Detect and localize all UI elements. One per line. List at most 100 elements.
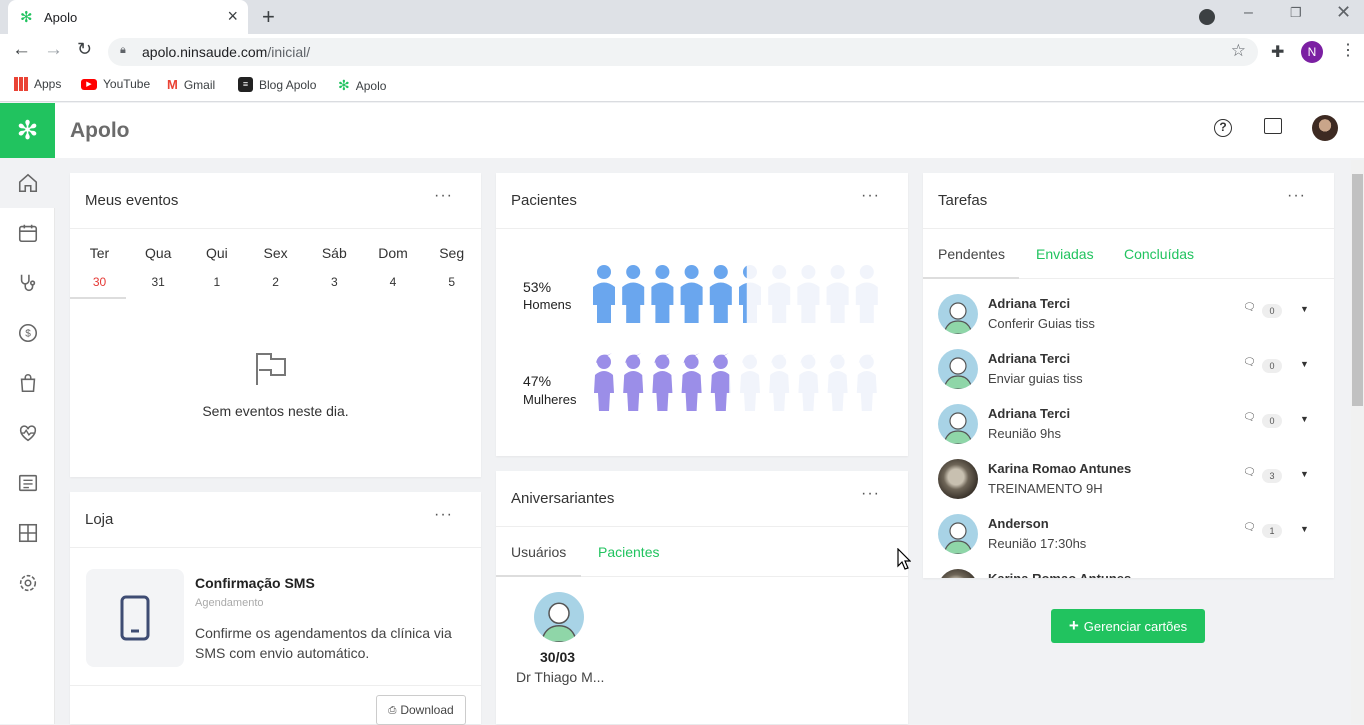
day-name[interactable]: Seg xyxy=(422,245,481,261)
bookmark-star-icon[interactable]: ☆ xyxy=(1231,41,1246,61)
nav-dashboard[interactable] xyxy=(0,508,55,558)
shopping-bag-icon xyxy=(20,374,35,393)
task-description: Enviar guias tiss xyxy=(988,371,1083,386)
nav-stethoscope[interactable] xyxy=(0,258,55,308)
expand-arrow-icon[interactable]: ▼ xyxy=(1300,524,1309,534)
card-title: Pacientes xyxy=(511,192,577,209)
extensions-icon[interactable]: ✚ xyxy=(1271,42,1284,62)
bookmark-youtube[interactable]: ▶ YouTube xyxy=(81,77,150,91)
address-bar-row: ← → ↻ 🔒︎ apolo.ninsaude.com/inicial/ ☆ ✚… xyxy=(0,34,1364,70)
browser-tab[interactable]: ✻ Apolo × xyxy=(8,0,248,34)
reload-icon[interactable]: ↻ xyxy=(77,39,92,60)
back-icon[interactable]: ← xyxy=(12,39,31,61)
task-description: Reunião 17:30hs xyxy=(988,536,1087,551)
chat-icon[interactable] xyxy=(1264,118,1282,134)
expand-arrow-icon[interactable]: ▼ xyxy=(1300,414,1309,424)
browser-menu-icon[interactable]: ⋮ xyxy=(1340,40,1356,60)
bookmark-gmail[interactable]: M Gmail xyxy=(167,77,215,92)
product-category: Agendamento xyxy=(195,597,264,609)
day-number[interactable]: 31 xyxy=(129,275,188,289)
manage-cards-button[interactable]: + Gerenciar cartões xyxy=(1051,609,1205,643)
day-number[interactable]: 4 xyxy=(364,275,423,289)
day-number[interactable]: 5 xyxy=(422,275,481,289)
more-options-icon[interactable]: ··· xyxy=(434,187,453,205)
task-item[interactable]: Karina Romao Antunes xyxy=(938,569,1318,578)
day-number[interactable]: 30 xyxy=(70,275,129,289)
bookmark-apps[interactable]: Apps xyxy=(14,77,61,91)
more-options-icon[interactable]: ··· xyxy=(861,485,880,503)
card-title: Loja xyxy=(85,511,114,528)
selected-day-indicator xyxy=(70,297,126,299)
bookmarks-bar: Apps ▶ YouTube M Gmail ≡ Blog Apolo ✻ Ap… xyxy=(0,70,1364,102)
more-options-icon[interactable]: ··· xyxy=(434,506,453,524)
tab-usuarios[interactable]: Usuários xyxy=(511,544,566,560)
male-figure-icon xyxy=(797,265,820,323)
heart-pulse-icon xyxy=(19,425,36,442)
day-name[interactable]: Qua xyxy=(129,245,188,261)
card-title: Aniversariantes xyxy=(511,490,615,507)
day-name[interactable]: Dom xyxy=(364,245,423,261)
profile-avatar[interactable]: N xyxy=(1301,41,1323,63)
task-item[interactable]: Adriana Terci Reunião 9hs 🗨︎ 0 ▼ xyxy=(938,404,1318,459)
day-name[interactable]: Ter xyxy=(70,245,129,261)
card-header: Loja ··· xyxy=(70,492,481,548)
nav-calendar[interactable] xyxy=(0,208,55,258)
female-figure-icon xyxy=(681,353,702,411)
nav-reports[interactable] xyxy=(0,458,55,508)
tab-enviadas[interactable]: Enviadas xyxy=(1036,246,1094,262)
gmail-icon: M xyxy=(167,77,178,92)
close-tab-icon[interactable]: × xyxy=(227,6,238,27)
bookmark-apolo[interactable]: ✻ Apolo xyxy=(338,77,386,94)
home-icon xyxy=(18,173,37,193)
url-field[interactable]: 🔒︎ apolo.ninsaude.com/inicial/ ☆ xyxy=(108,38,1258,66)
female-figure-icon xyxy=(710,353,730,411)
bookmark-blog-apolo[interactable]: ≡ Blog Apolo xyxy=(238,77,316,92)
day-name[interactable]: Sex xyxy=(246,245,305,261)
close-window-icon[interactable]: ✕ xyxy=(1336,2,1351,23)
tab-pacientes[interactable]: Pacientes xyxy=(598,544,659,560)
tab-search-icon[interactable] xyxy=(1199,9,1215,25)
comment-icon: 🗨︎ xyxy=(1243,357,1256,368)
download-button[interactable]: ⎙ Download xyxy=(376,695,466,725)
more-options-icon[interactable]: ··· xyxy=(861,187,880,205)
expand-arrow-icon[interactable]: ▼ xyxy=(1300,359,1309,369)
restore-icon[interactable]: ❐ xyxy=(1290,5,1302,21)
svg-text:$: $ xyxy=(25,329,31,340)
page-scrollbar[interactable] xyxy=(1351,160,1364,724)
help-icon[interactable]: ? xyxy=(1214,119,1232,137)
forward-icon[interactable]: → xyxy=(44,39,63,61)
female-figure-icon xyxy=(623,353,644,411)
tab-pendentes[interactable]: Pendentes xyxy=(938,246,1005,262)
task-item[interactable]: Adriana Terci Conferir Guias tiss 🗨︎ 0 ▼ xyxy=(938,294,1318,349)
nav-home[interactable] xyxy=(0,158,55,208)
minimize-icon[interactable]: – xyxy=(1244,4,1253,22)
tab-concluidas[interactable]: Concluídas xyxy=(1124,246,1194,262)
birthday-avatar[interactable] xyxy=(534,592,584,642)
comment-icon: 🗨︎ xyxy=(1243,467,1256,478)
day-name[interactable]: Qui xyxy=(187,245,246,261)
nav-settings[interactable] xyxy=(0,558,55,608)
task-item[interactable]: Karina Romao Antunes TREINAMENTO 9H 🗨︎ 3 ▼ xyxy=(938,459,1318,514)
user-avatar[interactable] xyxy=(1312,115,1338,141)
card-aniversariantes: Aniversariantes ··· Usuários Pacientes 3… xyxy=(496,471,908,724)
day-number[interactable]: 3 xyxy=(305,275,364,289)
nav-store[interactable] xyxy=(0,358,55,408)
new-tab-icon[interactable]: + xyxy=(262,4,275,30)
expand-arrow-icon[interactable]: ▼ xyxy=(1300,304,1309,314)
day-number[interactable]: 2 xyxy=(246,275,305,289)
day-number[interactable]: 1 xyxy=(187,275,246,289)
apolo-logo[interactable]: ✻ xyxy=(0,103,55,158)
nav-financial[interactable]: $ xyxy=(0,308,55,358)
task-item[interactable]: Adriana Terci Enviar guias tiss 🗨︎ 0 ▼ xyxy=(938,349,1318,404)
comment-count-badge: 0 xyxy=(1262,414,1282,428)
birthday-name[interactable]: Dr Thiago M... xyxy=(516,669,604,685)
scrollbar-thumb[interactable] xyxy=(1352,174,1363,406)
day-name[interactable]: Sáb xyxy=(305,245,364,261)
expand-arrow-icon[interactable]: ▼ xyxy=(1300,469,1309,479)
product-image[interactable] xyxy=(86,569,184,667)
more-options-icon[interactable]: ··· xyxy=(1287,187,1306,205)
product-title[interactable]: Confirmação SMS xyxy=(195,575,315,591)
nav-health[interactable] xyxy=(0,408,55,458)
apps-grid-icon xyxy=(14,77,28,91)
task-item[interactable]: Anderson Reunião 17:30hs 🗨︎ 1 ▼ xyxy=(938,514,1318,569)
